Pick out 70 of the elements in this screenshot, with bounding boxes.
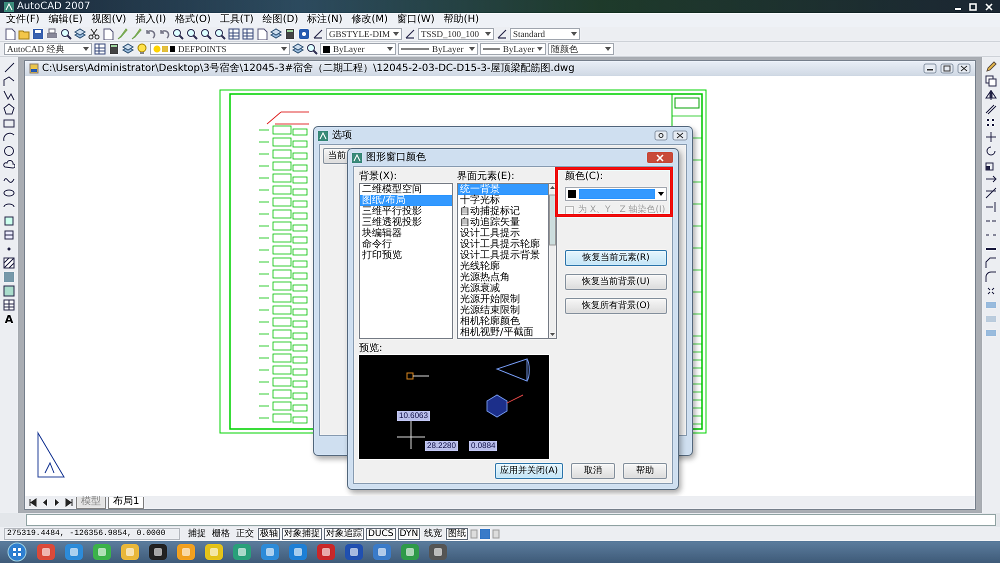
app-title: AutoCAD 2007 <box>17 0 90 12</box>
list-item[interactable]: 命令行 <box>360 239 452 250</box>
menu-item[interactable]: 格式(O) <box>175 14 211 26</box>
dimension-readout: 28.2280 <box>425 441 458 451</box>
plot-style-combo[interactable]: 随颜色 <box>548 43 614 55</box>
status-toggle[interactable]: DYN <box>398 528 420 540</box>
dialog-button[interactable]: 应用并关闭(A) <box>494 463 563 479</box>
list-item[interactable]: 三维平行投影 <box>360 206 452 217</box>
list-item[interactable]: 自动捕捉标记 <box>458 206 548 217</box>
dialog-button[interactable]: 取消 <box>571 463 615 479</box>
status-toggle[interactable]: 极轴 <box>258 528 280 540</box>
list-item[interactable]: 光线轮廓 <box>458 261 548 272</box>
status-toggle[interactable]: 线宽 <box>422 528 444 540</box>
style-combo[interactable]: Standard <box>510 28 580 40</box>
list-item[interactable]: 设计工具提示背景 <box>458 250 548 261</box>
dialog-title: 选项 <box>332 130 352 142</box>
checkbox-label: 为 X、Y、Z 轴染色(I) <box>578 205 666 216</box>
drawing-path: C:\Users\Administrator\Desktop\3号宿舍\12045-3#宿舍（二期工程）\12045-2-03-DC-D15-3-屋顶梁配筋图.dwg <box>42 62 575 74</box>
menu-item[interactable]: 插入(I) <box>135 14 166 26</box>
status-toggle[interactable]: 捕捉 <box>186 528 208 540</box>
status-toggle[interactable]: 对象捕捉 <box>282 528 322 540</box>
workspace-combo[interactable]: AutoCAD 经典 <box>4 43 92 55</box>
menu-item[interactable]: 编辑(E) <box>48 14 83 26</box>
restore-button[interactable]: 恢复当前元素(R) <box>565 250 667 266</box>
coordinates-readout: 275319.4484, -126356.9854, 0.0000 <box>4 528 180 540</box>
status-toggle[interactable]: 栅格 <box>210 528 232 540</box>
list-item[interactable]: 自动追踪矢量 <box>458 217 548 228</box>
lineweight-combo[interactable]: ByLayer <box>480 43 546 55</box>
color-combo[interactable]: ByLayer <box>320 43 396 55</box>
list-item[interactable]: 十字光标 <box>458 195 548 206</box>
status-toggle[interactable]: 对象追踪 <box>324 528 364 540</box>
menu-item[interactable]: 帮助(H) <box>444 14 479 26</box>
list-item[interactable]: 二维模型空间 <box>360 184 452 195</box>
list-item[interactable]: 相机轮廓颜色 <box>458 316 548 327</box>
list-item[interactable]: 块编辑器 <box>360 228 452 239</box>
status-toggle[interactable]: 图纸 <box>446 528 468 540</box>
dimension-readout: 10.6063 <box>397 411 430 421</box>
text-tool-button[interactable]: A <box>4 313 14 326</box>
style-combo[interactable]: GBSTYLE-DIM <box>326 28 402 40</box>
list-item[interactable]: 光源衰减 <box>458 283 548 294</box>
list-item[interactable]: 三维透视投影 <box>360 217 452 228</box>
field-label: 颜色(C): <box>565 171 604 183</box>
list-item[interactable]: 设计工具提示 <box>458 228 548 239</box>
list-item[interactable]: 光源热点角 <box>458 272 548 283</box>
list-item[interactable]: 光源结束限制 <box>458 305 548 316</box>
list-item[interactable]: 打印预览 <box>360 250 452 261</box>
status-toggle[interactable]: 正交 <box>234 528 256 540</box>
menu-item[interactable]: 绘图(D) <box>262 14 298 26</box>
layer-combo[interactable]: DEFPOINTS <box>150 43 290 55</box>
list-label: 背景(X): <box>359 171 398 183</box>
menu-item[interactable]: 标注(N) <box>307 14 343 26</box>
dimension-readout: 0.0884 <box>469 441 498 451</box>
menu-item[interactable]: 视图(V) <box>92 14 126 26</box>
linetype-combo[interactable]: ByLayer <box>398 43 478 55</box>
list-item[interactable]: 设计工具提示轮廓 <box>458 239 548 250</box>
list-label: 界面元素(E): <box>457 171 516 183</box>
menu-item[interactable]: 工具(T) <box>220 14 254 26</box>
layout-tab[interactable]: 布局1 <box>108 496 144 508</box>
preview-label: 预览: <box>359 343 384 355</box>
style-combo[interactable]: TSSD_100_100 <box>418 28 494 40</box>
dialog-button[interactable]: 帮助 <box>623 463 667 479</box>
list-item[interactable]: 光源开始限制 <box>458 294 548 305</box>
menu-item[interactable]: 窗口(W) <box>396 14 435 26</box>
list-item[interactable]: 相机视野/平截面 <box>458 327 548 338</box>
restore-button[interactable]: 恢复当前背景(U) <box>565 274 667 290</box>
menu-item[interactable]: 文件(F) <box>6 14 40 26</box>
dialog-title: 图形窗口颜色 <box>366 152 426 164</box>
menu-item[interactable]: 修改(M) <box>352 14 388 26</box>
restore-button[interactable]: 恢复所有背景(O) <box>565 298 667 314</box>
status-toggle[interactable]: DUCS <box>366 528 396 540</box>
